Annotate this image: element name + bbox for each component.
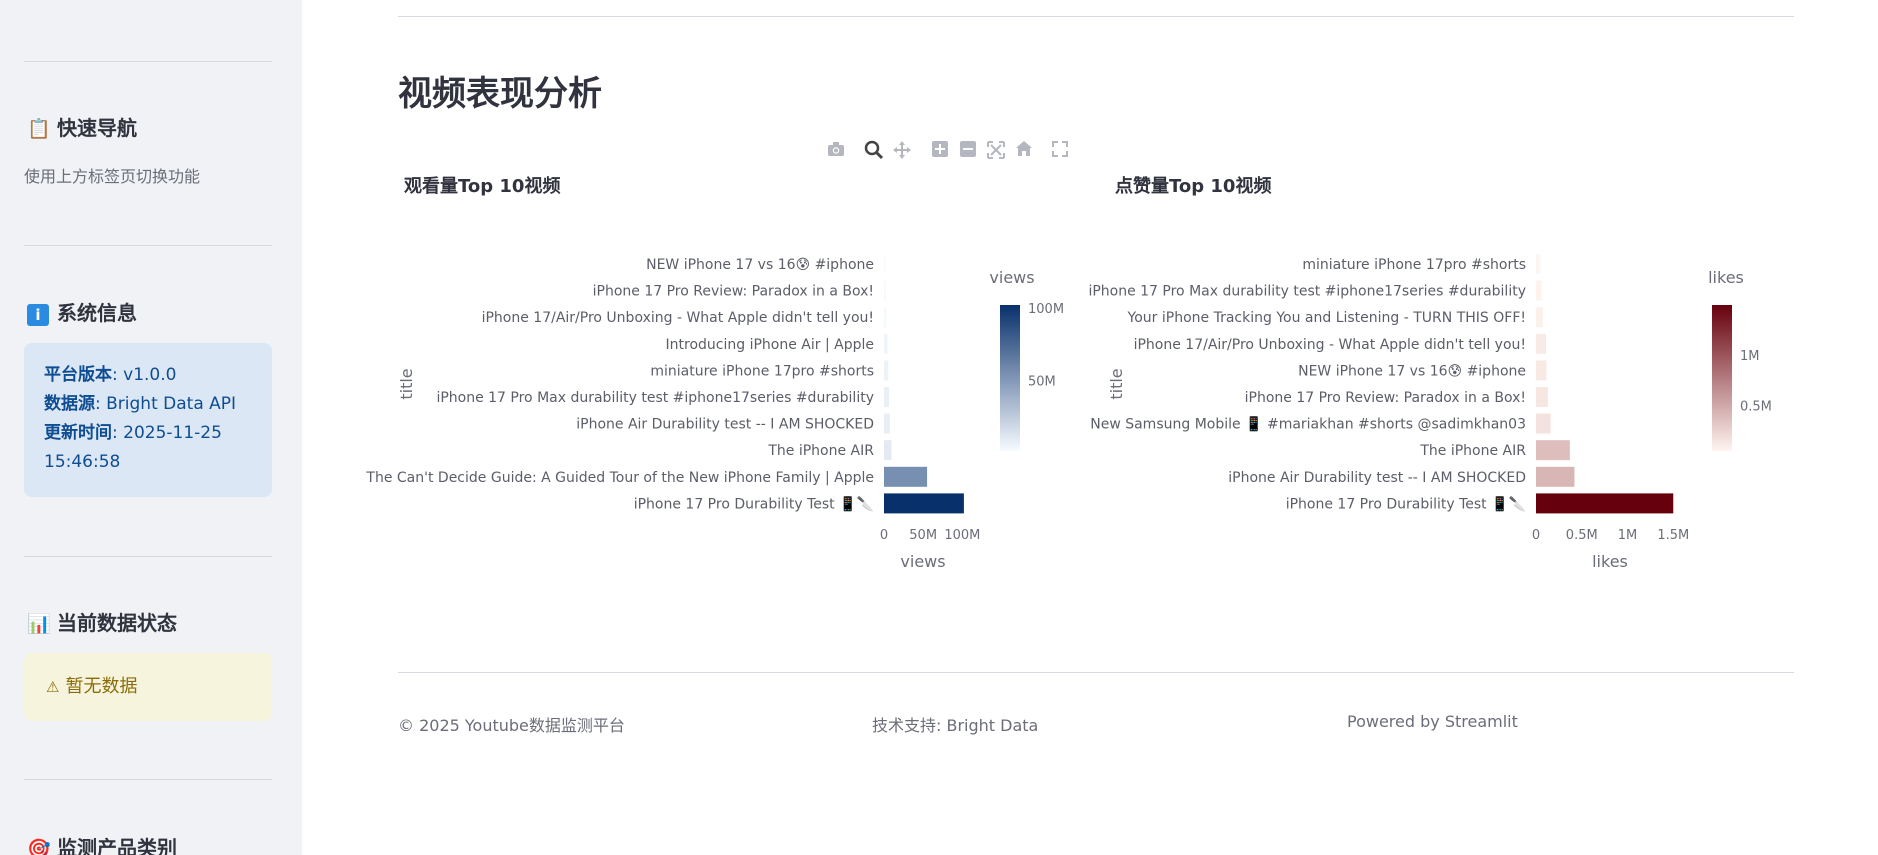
likes-x-tick-label: 0 [1532,528,1540,543]
views-category-label: The Can't Decide Guide: A Guided Tour of… [365,470,874,486]
likes-y-axis-title: title [1107,368,1126,399]
product-category-heading: 🎯 监测产品类别 [27,832,177,855]
views-bar [884,333,888,354]
likes-bar [1536,493,1674,514]
views-bar [884,254,885,274]
footer-support: 技术支持: Bright Data [872,716,1039,735]
likes-category-label: NEW iPhone 17 vs 16😰 #iphone [1298,363,1526,379]
views-bar-chart: NEW iPhone 17 vs 16😰 #iphone iPhone 17 Pr… [365,254,1772,571]
views-category-label: iPhone 17 Pro Durability Test 📱🔪 [634,495,874,512]
sidebar-divider [24,245,272,246]
bar-chart-icon: 📊 [27,613,51,635]
likes-x-tick-label: 1M [1618,528,1638,543]
app: 📋 快速导航 使用上方标签页切换功能 i 系统信息 平台版本: v1.0.0 数据源… [0,0,1878,855]
likes-category-label: iPhone 17 Pro Durability Test 📱🔪 [1286,495,1526,512]
update-time: 更新时间: 2025-11-25 [44,423,222,443]
views-bar [884,387,890,407]
likes-category-label: iPhone 17/Air/Pro Unboxing - What Apple … [1134,337,1526,353]
likes-category-label: New Samsung Mobile 📱 #mariakhan #shorts … [1090,416,1526,433]
views-category-label: NEW iPhone 17 vs 16😰 #iphone [646,257,874,273]
likes-bar [1536,254,1541,274]
sidebar-divider [24,556,272,557]
data-status-heading: 📊 当前数据状态 [27,611,177,635]
views-category-label: Introducing iPhone Air | Apple [666,337,874,353]
views-category-label: miniature iPhone 17pro #shorts [650,363,874,379]
views-x-tick-label: 100M [944,528,980,543]
likes-category-label: iPhone Air Durability test -- I AM SHOCK… [1228,470,1526,486]
views-bar [884,360,889,381]
platform-version: 平台版本: v1.0.0 [44,365,177,385]
likes-bar [1536,466,1575,487]
views-colorbar-tick-label: 50M [1028,374,1056,389]
views-category-label: iPhone 17/Air/Pro Unboxing - What Apple … [482,310,874,326]
update-time-clock: 15:46:58 [44,452,121,472]
likes-colorbar [1712,305,1732,451]
views-bar [884,280,886,301]
views-colorbar [1000,305,1020,451]
likes-bar [1536,387,1548,407]
data-source: 数据源: Bright Data API [44,394,237,414]
views-x-tick-label: 50M [909,528,937,543]
views-x-axis-title: views [900,552,945,571]
footer-copyright: © 2025 Youtube数据监测平台 [398,716,625,735]
info-icon: i [27,304,49,326]
system-info-heading: i 系统信息 [27,297,137,326]
views-category-label: iPhone Air Durability test -- I AM SHOCK… [576,417,874,433]
footer-divider [398,672,1794,673]
sidebar-divider [24,61,272,62]
likes-category-label: Your iPhone Tracking You and Listening -… [1127,310,1526,326]
likes-category-label: miniature iPhone 17pro #shorts [1302,257,1526,273]
quick-nav-heading: 📋 快速导航 [27,116,137,140]
likes-bar [1536,307,1543,328]
views-bar [884,440,892,461]
likes-category-label: The iPhone AIR [1419,443,1526,459]
quick-nav-text: 使用上方标签页切换功能 [24,167,201,186]
views-category-label: iPhone 17 Pro Review: Paradox in a Box! [593,284,874,300]
views-category-label: iPhone 17 Pro Max durability test #iphon… [436,390,874,406]
likes-bar [1536,280,1542,301]
likes-x-tick-label: 0.5M [1566,528,1598,543]
likes-colorbar-tick-label: 0.5M [1740,399,1772,414]
views-y-axis-title: title [397,368,416,399]
warning-icon: ⚠ [46,678,60,696]
no-data-warning: ⚠ 暂无数据 [24,653,272,721]
views-colorbar-title: views [989,268,1034,287]
sidebar-divider [24,779,272,780]
views-bar [884,307,887,328]
likes-bar [1536,360,1547,381]
likes-bar [1536,440,1570,461]
footer-powered[interactable]: Powered by Streamlit [1347,712,1518,731]
likes-colorbar-title: likes [1708,268,1744,287]
views-bar [884,413,890,434]
views-category-label: The iPhone AIR [767,443,874,459]
main-content: 视频表现分析 观看量Top 10视频 点赞量Top 10视频 NEW iPhon… [302,0,1878,855]
likes-x-tick-label: 1.5M [1657,528,1689,543]
views-x-tick-label: 0 [880,528,888,543]
likes-bar [1536,333,1547,354]
views-colorbar-tick-label: 100M [1028,302,1064,317]
likes-category-label: iPhone 17 Pro Review: Paradox in a Box! [1245,390,1526,406]
clipboard-icon: 📋 [27,118,51,140]
views-bar [884,493,964,514]
target-icon: 🎯 [27,838,51,855]
views-bar [884,466,928,487]
likes-bar [1536,413,1551,434]
likes-colorbar-tick-label: 1M [1740,349,1760,364]
system-info-box: 平台版本: v1.0.0 数据源: Bright Data API 更新时间: … [24,343,272,497]
likes-category-label: iPhone 17 Pro Max durability test #iphon… [1088,284,1526,300]
sidebar: 📋 快速导航 使用上方标签页切换功能 i 系统信息 平台版本: v1.0.0 数据源… [0,0,302,855]
likes-x-axis-title: likes [1592,552,1628,571]
